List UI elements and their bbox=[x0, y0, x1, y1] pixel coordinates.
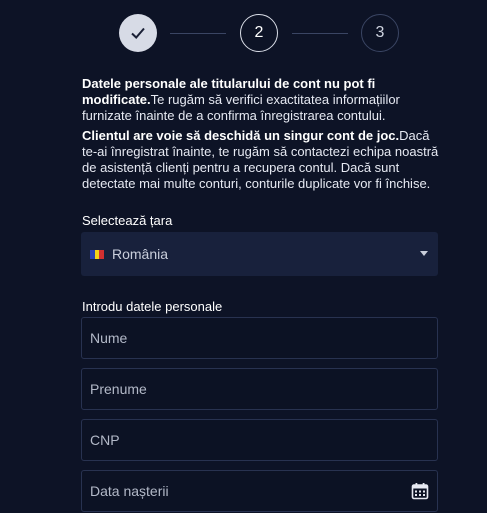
step-3-upcoming: 3 bbox=[361, 14, 399, 52]
birthdate-input[interactable] bbox=[82, 471, 437, 511]
caret-down-icon bbox=[420, 251, 428, 256]
prenume-field-wrapper bbox=[81, 368, 438, 410]
registration-page: 2 3 Datele personale ale titularului de … bbox=[0, 0, 487, 513]
info-bold-text: Clientul are voie să deschidă un singur … bbox=[82, 128, 400, 143]
cnp-input[interactable] bbox=[82, 420, 437, 460]
nume-input[interactable] bbox=[82, 318, 437, 358]
calendar-icon[interactable] bbox=[411, 482, 429, 500]
country-selected-value: România bbox=[112, 246, 169, 262]
romania-flag-icon bbox=[90, 249, 105, 259]
birthdate-field-wrapper bbox=[81, 470, 438, 512]
step-2-current: 2 bbox=[240, 14, 278, 52]
check-icon bbox=[131, 27, 145, 39]
progress-stepper: 2 3 bbox=[0, 0, 487, 70]
info-paragraph-modification: Datele personale ale titularului de cont… bbox=[82, 76, 442, 124]
step-1-completed bbox=[119, 14, 157, 52]
step-connector bbox=[170, 33, 226, 34]
info-paragraph-single-account: Clientul are voie să deschidă un singur … bbox=[82, 128, 442, 192]
step-connector bbox=[292, 33, 348, 34]
prenume-input[interactable] bbox=[82, 369, 437, 409]
cnp-field-wrapper bbox=[81, 419, 438, 461]
nume-field-wrapper bbox=[81, 317, 438, 359]
country-label: Selectează țara bbox=[82, 213, 173, 228]
personal-data-label: Introdu datele personale bbox=[82, 299, 223, 314]
country-select[interactable]: România bbox=[81, 232, 438, 276]
